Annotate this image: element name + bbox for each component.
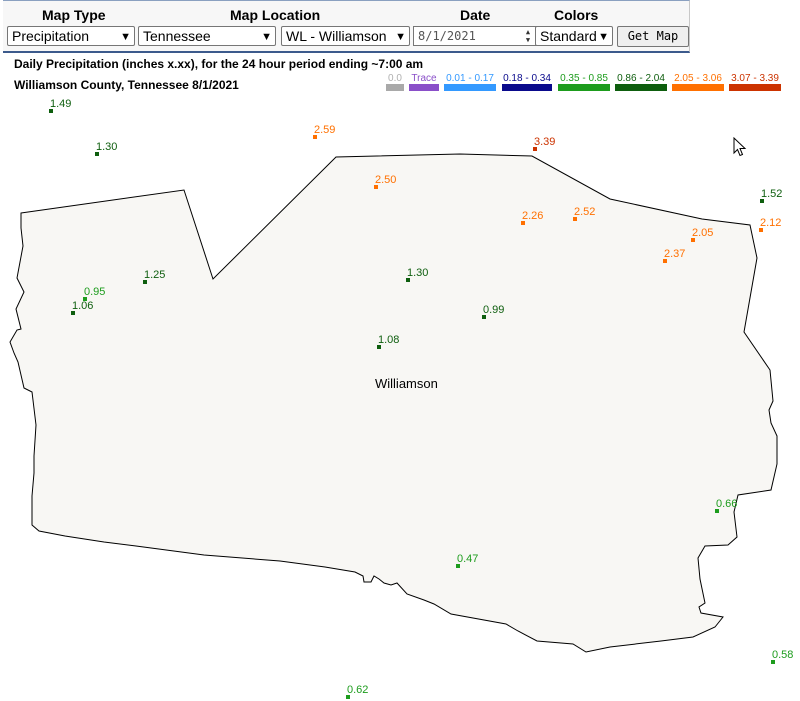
station-value: 0.66	[716, 498, 738, 510]
station-value: 1.49	[50, 98, 72, 110]
station-value: 1.30	[96, 141, 118, 153]
station-value: 1.06	[72, 300, 94, 312]
station-value: 0.47	[457, 553, 479, 565]
station-value: 2.12	[760, 217, 782, 229]
station-value: 0.95	[84, 286, 106, 298]
station-value: 0.58	[772, 649, 794, 661]
station-value: 2.37	[664, 248, 686, 260]
station-value: 3.39	[534, 136, 556, 148]
county-boundary	[9, 153, 778, 653]
station-value: 2.26	[522, 210, 544, 222]
county-name-label: Williamson	[375, 376, 438, 391]
station-value: 2.50	[375, 174, 397, 186]
station-value: 2.59	[314, 124, 336, 136]
mouse-pointer-icon	[733, 137, 747, 157]
station-value: 1.08	[378, 334, 400, 346]
station-value: 2.52	[574, 206, 596, 218]
county-map	[9, 153, 778, 653]
station-value: 1.30	[407, 267, 429, 279]
station-value: 0.62	[347, 684, 369, 696]
station-value: 1.25	[144, 269, 166, 281]
station-value: 0.99	[483, 304, 505, 316]
station-value: 2.05	[692, 227, 714, 239]
station-value: 1.52	[761, 188, 783, 200]
